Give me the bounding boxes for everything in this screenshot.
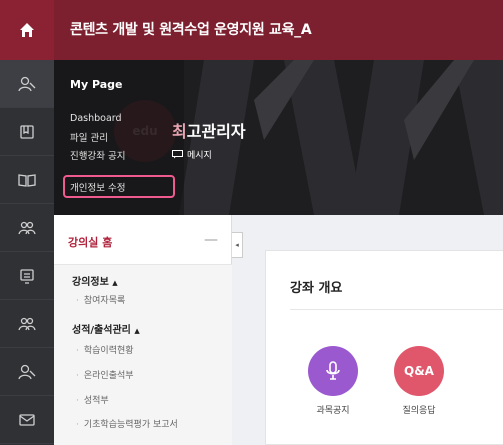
microphone-icon [326,361,340,380]
nav-section-grades[interactable]: 성적/출석관리 ▲ [72,321,140,336]
qna-label: 질의응답 [402,406,436,416]
course-overview-card: 강좌 개요 과목공지 Q&A 질의응답 [265,250,503,445]
menu-link-files[interactable]: 파일 관리 [70,130,108,144]
nav-item-participants[interactable]: · 참여자목록 [76,293,125,306]
notice-label: 과목공지 [316,406,350,416]
nav-item-online-attendance[interactable]: · 온라인출석부 [76,368,134,381]
user-name: 최고관리자 [172,122,246,141]
nav-item-basic-assessment-report[interactable]: · 기초학습능력평가 보고서 [76,417,178,430]
users-icon [18,221,36,234]
nav-course-home[interactable]: 강의실 홈 — [54,215,232,265]
edit-profile-highlight [63,175,175,198]
user-icon [18,76,36,91]
rail-profile-button[interactable] [0,348,54,396]
nav-sections: 강의정보 ▲ · 참여자목록 성적/출석관리 ▲ · 학습이력현황 · 온라인출석부 … [54,265,232,445]
caret-up-icon: ▲ [134,327,140,335]
card-title: 강좌 개요 [290,281,343,296]
nav-course-home-label: 강의실 홈 [68,236,113,249]
monitor-icon [20,268,34,284]
home-icon [20,23,34,37]
course-sidenav: 강의실 홈 — 강의정보 ▲ · 참여자목록 성적/출석관리 ▲ · 학습이력현황 … [54,215,232,445]
rail-group-button[interactable] [0,300,54,348]
mypage-title: My Page [70,78,123,91]
chat-icon [172,150,183,159]
rail-user-button[interactable] [0,60,54,108]
caret-up-icon: ▲ [112,279,118,287]
chevron-left-icon: ◂ [235,241,239,249]
menu-link-course-notice[interactable]: 진행강좌 공지 [70,148,125,162]
qna-button[interactable]: Q&A [394,346,444,396]
icon-rail [0,60,54,445]
mypage-menu: My Page Dashboard 파일 관리 진행강좌 공지 개인정보 수정 [54,60,184,215]
profile-banner: edu My Page Dashboard 파일 관리 진행강좌 공지 개인정보… [54,60,503,215]
qna-icon: Q&A [404,364,434,378]
users-icon [18,317,36,330]
rail-mail-button[interactable] [0,396,54,444]
rail-course-button[interactable] [0,108,54,156]
top-header: 콘텐츠 개발 및 원격수업 운영지원 교육_A [0,0,503,60]
home-button[interactable] [0,0,54,60]
rail-community-button[interactable] [0,204,54,252]
user-icon [18,364,36,379]
course-title[interactable]: 콘텐츠 개발 및 원격수업 운영지원 교육_A [70,19,312,39]
main-content: 강좌 개요 과목공지 Q&A 질의응답 [243,215,503,445]
nav-item-gradebook[interactable]: · 성적부 [76,393,109,406]
rail-monitor-button[interactable] [0,252,54,300]
sidenav-toggle[interactable]: ◂ [232,232,243,258]
message-button[interactable]: 메시지 [172,148,212,161]
divider [290,309,503,310]
rail-library-button[interactable] [0,156,54,204]
nav-item-learning-history[interactable]: · 학습이력현황 [76,343,134,356]
notice-button[interactable] [308,346,358,396]
menu-link-dashboard[interactable]: Dashboard [70,113,122,124]
open-book-icon [18,173,36,187]
message-label: 메시지 [187,151,212,161]
collapse-icon[interactable]: — [204,232,218,248]
mail-icon [19,413,35,426]
book-icon [20,124,34,139]
nav-section-course-info[interactable]: 강의정보 ▲ [72,273,118,288]
